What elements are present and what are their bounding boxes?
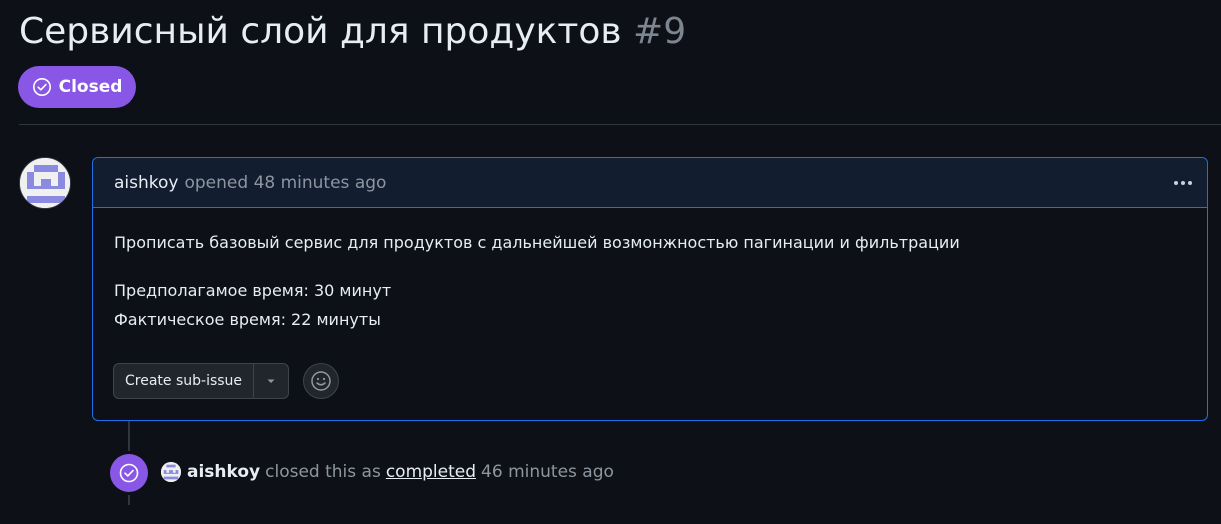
comment-header: aishkoy opened 48 minutes ago: [93, 158, 1207, 208]
avatar[interactable]: [19, 157, 71, 209]
comment-line-estimated-time: Предполагамое время: 30 минут: [114, 281, 392, 300]
comment-body: Прописать базовый сервис для продуктов с…: [114, 228, 1187, 334]
kebab-horizontal-icon[interactable]: [1171, 171, 1195, 195]
comment-author-link[interactable]: aishkoy: [114, 173, 178, 193]
event-action-text: closed this as: [265, 462, 381, 482]
issue-page: Сервисный слой для продуктов #9 Closed a…: [0, 0, 1221, 524]
issue-number: #9: [633, 11, 687, 52]
issue-title-text: Сервисный слой для продуктов: [19, 11, 622, 52]
completed-link[interactable]: completed: [386, 462, 476, 482]
check-circle-icon: [110, 454, 148, 492]
avatar[interactable]: [161, 462, 181, 482]
status-badge: Closed: [18, 66, 136, 108]
issue-comment: aishkoy opened 48 minutes ago Прописать …: [92, 157, 1208, 421]
smiley-icon[interactable]: [303, 363, 339, 399]
triangle-down-icon[interactable]: [254, 364, 288, 398]
check-circle-icon: [32, 77, 52, 97]
event-timestamp[interactable]: 46 minutes ago: [481, 462, 614, 482]
timeline-event-closed: aishkoy closed this as completed 46 minu…: [161, 459, 614, 485]
comment-meta[interactable]: opened 48 minutes ago: [184, 173, 386, 193]
page-title: Сервисный слой для продуктов #9: [19, 6, 686, 58]
comment-line-actual-time: Фактическое время: 22 минуты: [114, 310, 381, 329]
event-author-link[interactable]: aishkoy: [187, 462, 260, 482]
create-subissue-group: Create sub-issue: [113, 363, 290, 399]
header-divider: [19, 124, 1221, 125]
create-subissue-button[interactable]: Create sub-issue: [114, 364, 255, 398]
comment-paragraph: Прописать базовый сервис для продуктов с…: [114, 233, 960, 252]
status-badge-label: Closed: [58, 77, 123, 97]
